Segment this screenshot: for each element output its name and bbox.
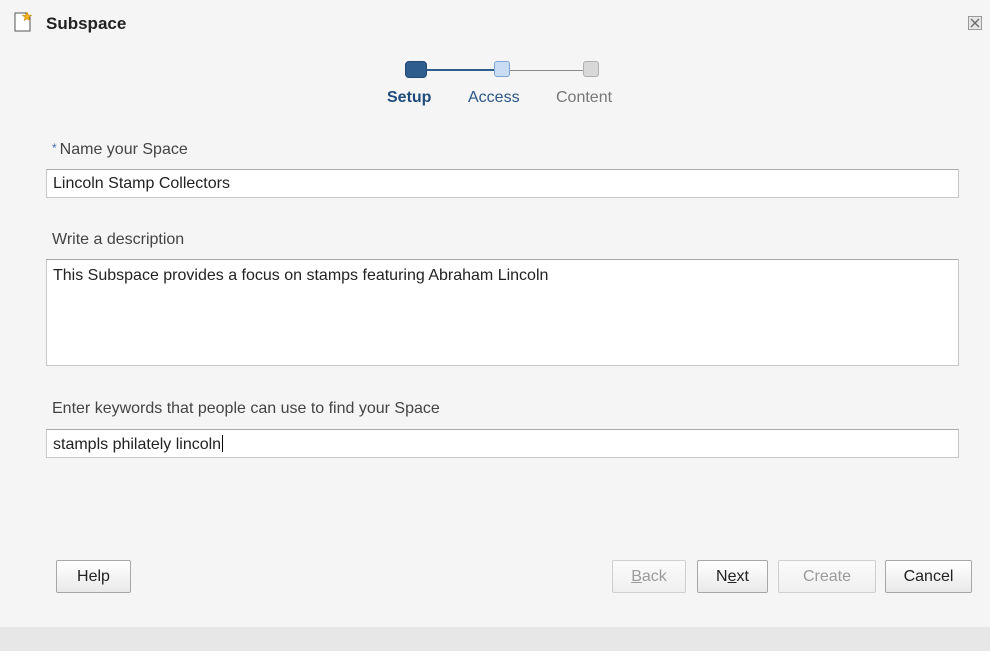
train-connector-1 (425, 69, 497, 71)
train-label-content: Content (556, 89, 613, 106)
description-value: This Subspace provides a focus on stamps… (53, 267, 549, 284)
next-button[interactable]: Next (697, 560, 768, 593)
name-label-text: Name your Space (59, 141, 188, 158)
keywords-input[interactable]: stampls philately lincoln (46, 429, 959, 458)
next-label-pre: N (716, 568, 728, 585)
cancel-button[interactable]: Cancel (885, 560, 972, 593)
help-button[interactable]: Help (56, 560, 131, 593)
train-connector-2 (508, 70, 585, 71)
train-stop-content (583, 61, 599, 77)
process-train: Setup Access Content (380, 58, 640, 110)
keywords-field-label: Enter keywords that people can use to fi… (52, 400, 440, 417)
back-button[interactable]: Back (612, 560, 686, 593)
space-name-value: Lincoln Stamp Collectors (53, 175, 230, 192)
description-textarea[interactable]: This Subspace provides a focus on stamps… (46, 259, 959, 366)
close-icon[interactable] (968, 16, 982, 30)
next-mnemonic: e (727, 568, 737, 585)
subspace-dialog: Subspace Setup Access Content * Name your… (0, 0, 990, 651)
description-field-label: Write a description (52, 231, 185, 248)
train-stop-access[interactable] (494, 61, 510, 77)
new-document-star-icon (13, 11, 33, 32)
create-button[interactable]: Create (778, 560, 876, 593)
back-mnemonic: B (631, 568, 642, 585)
space-name-input[interactable]: Lincoln Stamp Collectors (46, 169, 959, 198)
name-field-label: * Name your Space (52, 141, 188, 159)
text-caret (222, 435, 224, 452)
train-label-access[interactable]: Access (468, 89, 520, 107)
dialog-title: Subspace (46, 14, 127, 33)
required-indicator: * (52, 141, 57, 155)
back-label-post: ack (641, 568, 667, 585)
title-bar: Subspace (0, 0, 990, 48)
train-stop-setup (405, 61, 427, 78)
dialog-footer-strip (0, 627, 990, 651)
keywords-value: stampls philately lincoln (53, 436, 222, 453)
next-label-post: xt (736, 568, 749, 585)
train-label-setup: Setup (387, 89, 432, 106)
